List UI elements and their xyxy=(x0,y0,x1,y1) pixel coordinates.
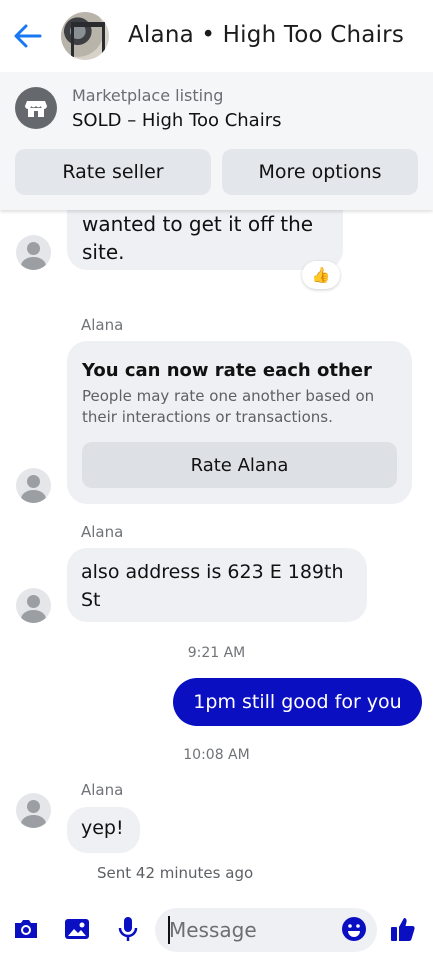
sender-name: Alana xyxy=(81,523,124,541)
marketplace-listing-card[interactable]: Marketplace listing SOLD – High Too Chai… xyxy=(0,72,433,210)
message-composer xyxy=(0,900,433,960)
timestamp: 10:08 AM xyxy=(183,747,250,763)
avatar[interactable] xyxy=(16,588,51,623)
message-bubble[interactable]: also address is 623 E 189th St xyxy=(67,548,367,622)
outgoing-message-bubble[interactable]: 1pm still good for you xyxy=(173,678,422,726)
store-icon xyxy=(15,87,57,129)
sender-name: Alana xyxy=(81,781,124,799)
rating-card: You can now rate each other People may r… xyxy=(67,341,412,504)
back-button[interactable] xyxy=(10,18,46,54)
like-button[interactable] xyxy=(388,914,418,944)
rating-card-body: People may rate one another based on the… xyxy=(82,387,375,426)
listing-avatar[interactable] xyxy=(61,12,109,60)
avatar[interactable] xyxy=(16,468,51,503)
thumbs-up-icon xyxy=(391,918,415,941)
more-options-button[interactable]: More options xyxy=(222,149,418,195)
arrow-left-icon xyxy=(14,24,42,48)
message-thread[interactable]: wanted to get it off the site. 👍 Alana Y… xyxy=(0,210,433,900)
thumbs-up-icon: 👍 xyxy=(311,266,331,284)
sender-name: Alana xyxy=(81,316,124,334)
rating-card-title: You can now rate each other xyxy=(82,360,372,381)
gallery-button[interactable] xyxy=(62,914,92,944)
conversation-header: Alana • High Too Chairs xyxy=(0,0,433,72)
image-icon xyxy=(65,919,89,939)
conversation-title[interactable]: Alana • High Too Chairs xyxy=(128,22,404,48)
timestamp: 9:21 AM xyxy=(187,645,246,661)
listing-title: SOLD – High Too Chairs xyxy=(72,110,282,131)
emoji-icon xyxy=(342,917,366,941)
camera-icon xyxy=(15,920,37,938)
microphone-icon xyxy=(118,917,138,941)
emoji-button[interactable] xyxy=(339,914,369,944)
avatar[interactable] xyxy=(16,235,51,270)
message-bubble[interactable]: yep! xyxy=(67,807,140,853)
rate-alana-button[interactable]: Rate Alana xyxy=(82,442,397,488)
camera-button[interactable] xyxy=(11,914,41,944)
rate-seller-button[interactable]: Rate seller xyxy=(15,149,211,195)
sent-status: Sent 42 minutes ago xyxy=(97,864,254,882)
listing-subtitle: Marketplace listing xyxy=(72,86,224,105)
avatar[interactable] xyxy=(16,793,51,828)
reaction-badge[interactable]: 👍 xyxy=(302,261,340,289)
message-bubble[interactable]: wanted to get it off the site. xyxy=(67,210,343,270)
voice-button[interactable] xyxy=(113,914,143,944)
text-cursor xyxy=(168,916,170,944)
